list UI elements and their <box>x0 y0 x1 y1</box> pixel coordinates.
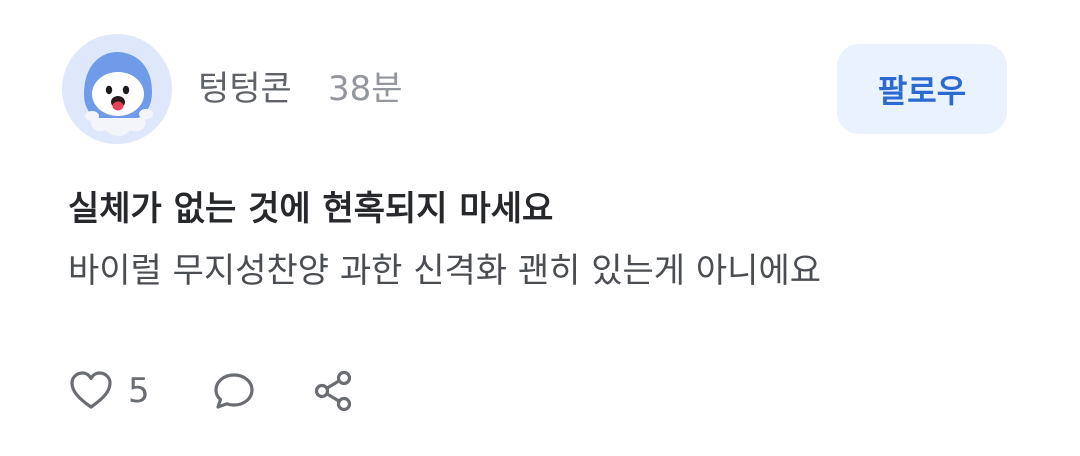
follow-button[interactable]: 팔로우 <box>837 44 1007 134</box>
like-button[interactable]: 5 <box>68 368 150 414</box>
post-title: 실체가 없는 것에 현혹되지 마세요 <box>68 189 554 229</box>
avatar[interactable] <box>62 34 172 144</box>
heart-icon <box>70 371 112 409</box>
post-time: 38분 <box>328 69 403 109</box>
comment-button[interactable] <box>212 368 256 414</box>
share-icon <box>314 370 352 412</box>
comment-bubble-icon <box>214 373 254 409</box>
author-name[interactable]: 텅텅콘 <box>198 66 292 112</box>
ghost-mascot-icon <box>62 34 172 144</box>
like-count: 5 <box>128 371 150 411</box>
share-button[interactable] <box>310 368 356 414</box>
post-card: 텅텅콘 38분 팔로우 실체가 없는 것에 현혹되지 마세요 바이럴 무지성찬양… <box>0 0 1080 456</box>
post-body: 바이럴 무지성찬양 과한 신격화 괜히 있는게 아니에요 <box>68 251 822 291</box>
